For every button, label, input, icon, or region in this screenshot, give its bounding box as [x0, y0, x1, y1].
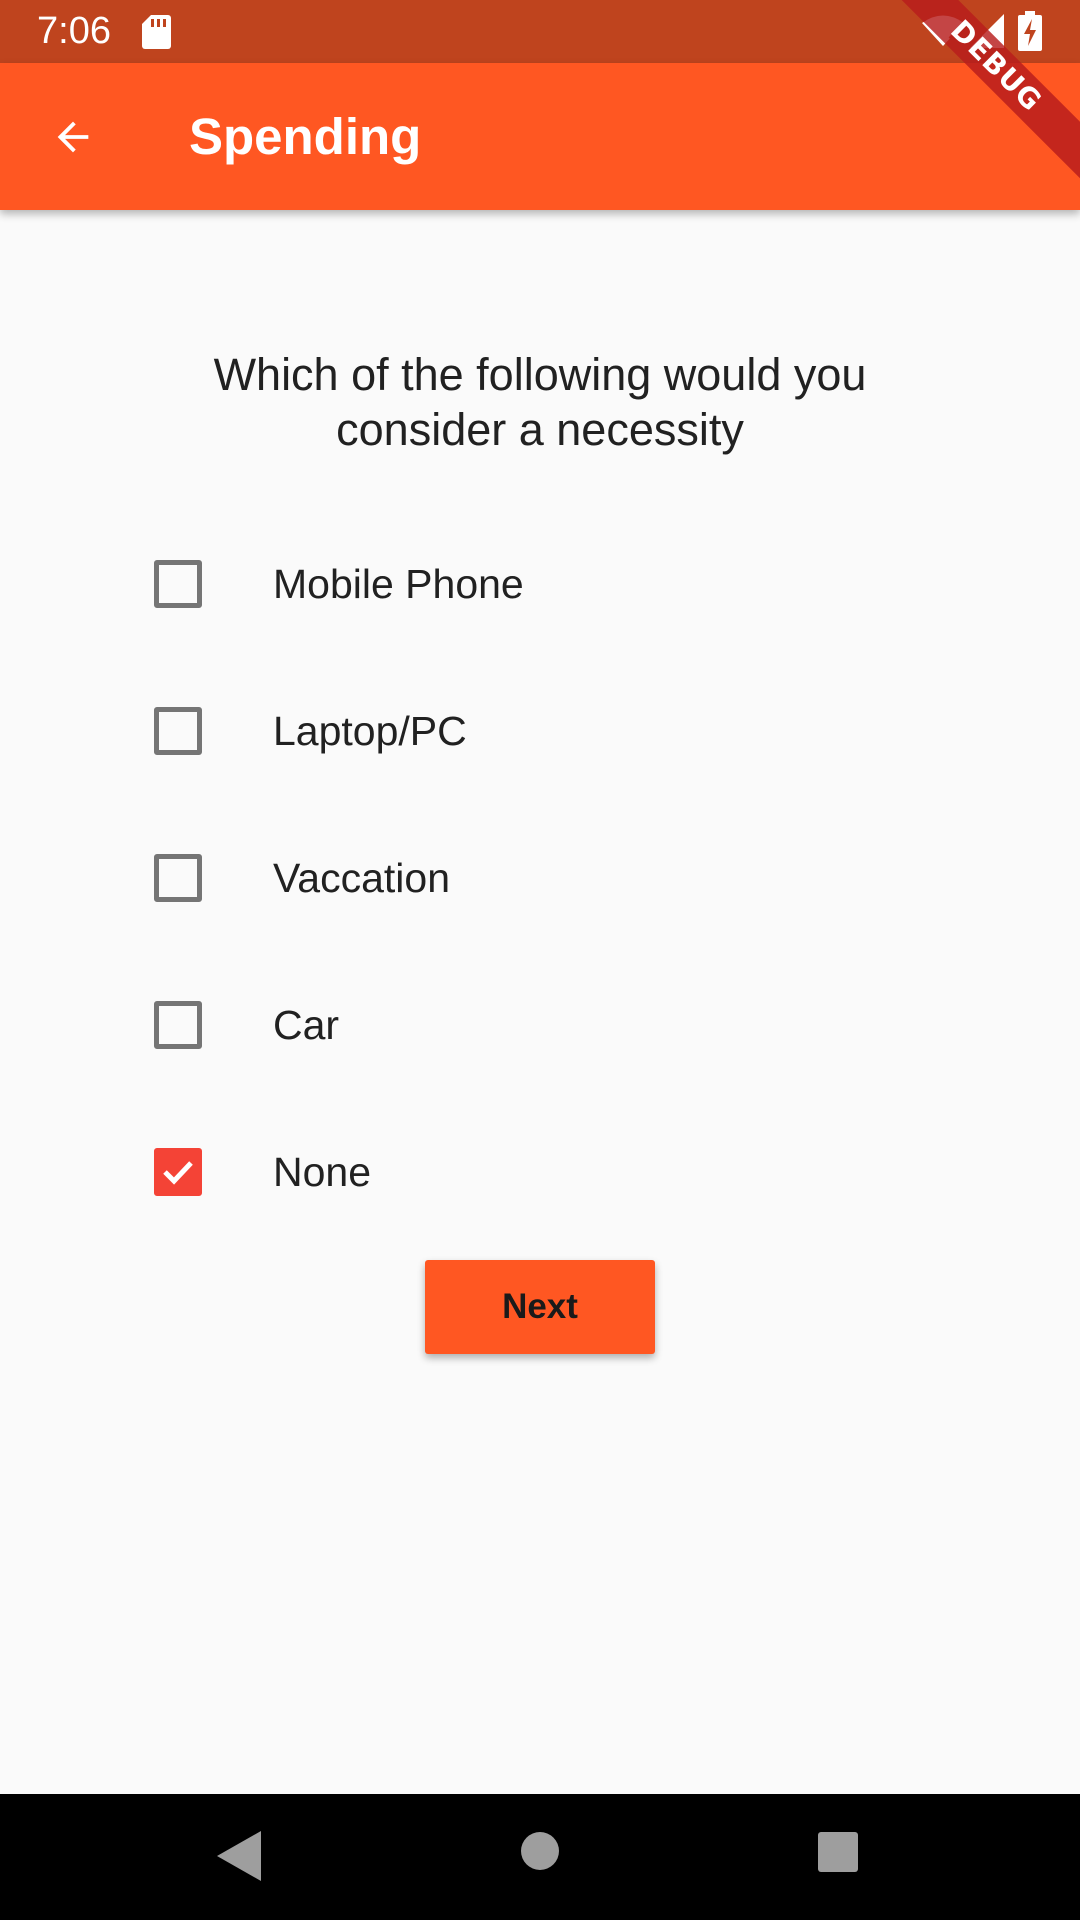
nav-back-icon[interactable]	[217, 1831, 261, 1881]
next-button[interactable]: Next	[425, 1260, 655, 1354]
option-label: Vaccation	[273, 855, 451, 901]
nav-recents-icon[interactable]	[817, 1831, 859, 1873]
checkbox[interactable]	[154, 854, 202, 902]
option-car[interactable]: Car	[140, 973, 940, 1073]
checkbox[interactable]	[154, 560, 202, 608]
battery-icon	[1018, 11, 1042, 51]
arrow-back-icon	[57, 121, 89, 153]
checkbox[interactable]	[154, 707, 202, 755]
navigation-bar	[0, 1794, 1080, 1920]
option-vaccation[interactable]: Vaccation	[140, 826, 940, 926]
option-label: None	[273, 1149, 372, 1195]
option-label: Laptop/PC	[273, 708, 467, 754]
option-none[interactable]: None	[140, 1120, 940, 1220]
checkbox-checked[interactable]	[154, 1148, 202, 1196]
sd-card-icon	[142, 15, 171, 49]
signal-icon	[970, 14, 1004, 48]
check-icon	[163, 1161, 193, 1185]
option-label: Mobile Phone	[273, 561, 524, 607]
option-label: Car	[273, 1002, 340, 1048]
wifi-icon	[922, 15, 964, 46]
question-text: Which of the following would you conside…	[213, 349, 867, 455]
page-title: Spending	[189, 108, 422, 165]
back-button[interactable]	[30, 106, 116, 168]
option-mobile-phone[interactable]: Mobile Phone	[140, 532, 940, 632]
status-time: 7:06	[37, 10, 111, 52]
option-laptop-pc[interactable]: Laptop/PC	[140, 679, 940, 779]
nav-home-icon[interactable]	[520, 1831, 560, 1871]
app-bar: Spending	[0, 63, 1080, 210]
checkbox[interactable]	[154, 1001, 202, 1049]
status-bar: 7:06	[0, 0, 1080, 63]
